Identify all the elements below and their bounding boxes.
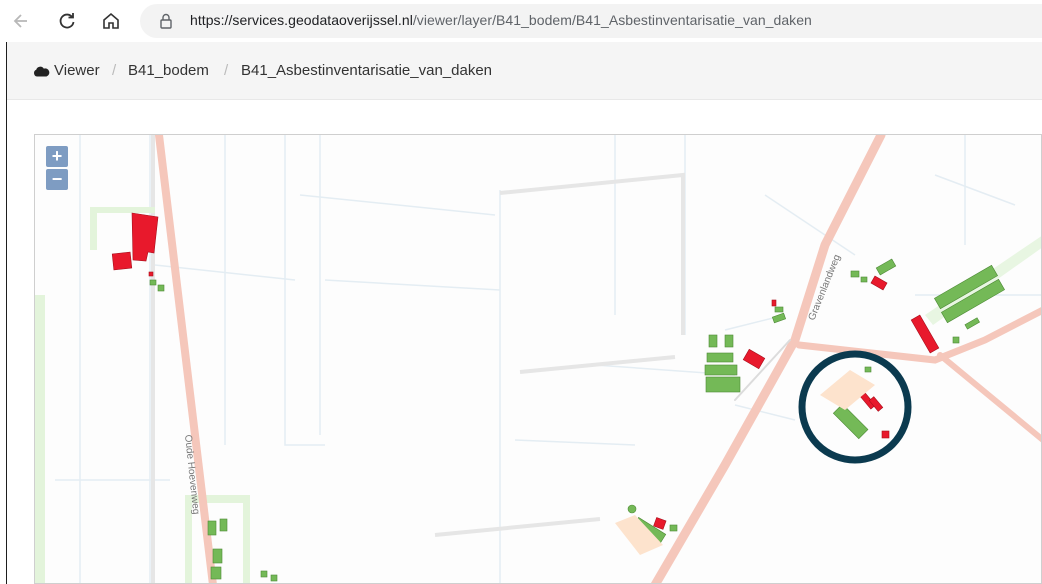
reload-icon[interactable]	[54, 8, 80, 34]
url-text[interactable]: https://services.geodataoverijssel.nl/vi…	[190, 12, 812, 28]
building-green	[149, 279, 157, 286]
zoom-in-button[interactable]: +	[46, 146, 68, 167]
building-green	[627, 504, 637, 514]
building-green	[219, 518, 228, 532]
cloud-icon	[33, 64, 50, 82]
building-green	[832, 403, 869, 440]
breadcrumb-separator: /	[224, 62, 229, 79]
building-green	[771, 312, 787, 324]
building-green	[864, 366, 872, 373]
breadcrumb-separator: /	[112, 62, 117, 79]
zoom-out-button[interactable]: −	[46, 169, 68, 190]
roads	[155, 135, 1041, 583]
browser-toolbar: https://services.geodataoverijssel.nl/vi…	[0, 0, 1042, 42]
home-icon[interactable]	[98, 8, 124, 34]
map-viewer[interactable]: Gravenlandweg Oude Hoevenweg + −	[34, 134, 1042, 584]
building-green	[210, 566, 222, 580]
highlight-ring	[798, 350, 912, 464]
non-asbestos-roofs	[149, 258, 1005, 582]
building-green	[212, 548, 223, 564]
building-green	[708, 334, 718, 348]
building-green	[875, 258, 897, 276]
building-asbestos	[148, 271, 154, 277]
building-green	[706, 352, 734, 363]
breadcrumb-item-b41-bodem[interactable]: B41_bodem	[128, 62, 209, 79]
building-green	[860, 276, 868, 283]
green-verge	[35, 295, 45, 583]
building-green	[952, 336, 960, 344]
building-asbestos	[870, 275, 888, 291]
building-green	[157, 284, 165, 292]
building-asbestos	[742, 348, 766, 370]
map-canvas[interactable]: Gravenlandweg Oude Hoevenweg	[35, 135, 1042, 584]
ditches	[151, 135, 685, 583]
lock-icon[interactable]	[158, 12, 174, 35]
breadcrumb-item-viewer[interactable]: Viewer	[54, 62, 100, 79]
building-green	[774, 306, 784, 313]
building-green	[260, 570, 268, 578]
url-path: /viewer/layer/B41_bodem/B41_Asbestinvent…	[412, 12, 812, 28]
building-green	[207, 520, 217, 536]
building-asbestos	[111, 251, 133, 271]
breadcrumb-item-current-layer: B41_Asbestinventarisatie_van_daken	[241, 62, 493, 79]
building-green	[724, 334, 734, 348]
building-green	[669, 524, 678, 532]
building-asbestos	[881, 430, 890, 439]
building-green	[850, 270, 860, 278]
building-asbestos	[771, 299, 777, 307]
building-green	[270, 574, 278, 582]
building-green	[704, 364, 738, 376]
url-host: https://services.geodataoverijssel.nl	[190, 12, 413, 28]
building-green	[964, 317, 980, 330]
building-green	[705, 376, 741, 393]
back-arrow-icon[interactable]	[8, 8, 34, 34]
